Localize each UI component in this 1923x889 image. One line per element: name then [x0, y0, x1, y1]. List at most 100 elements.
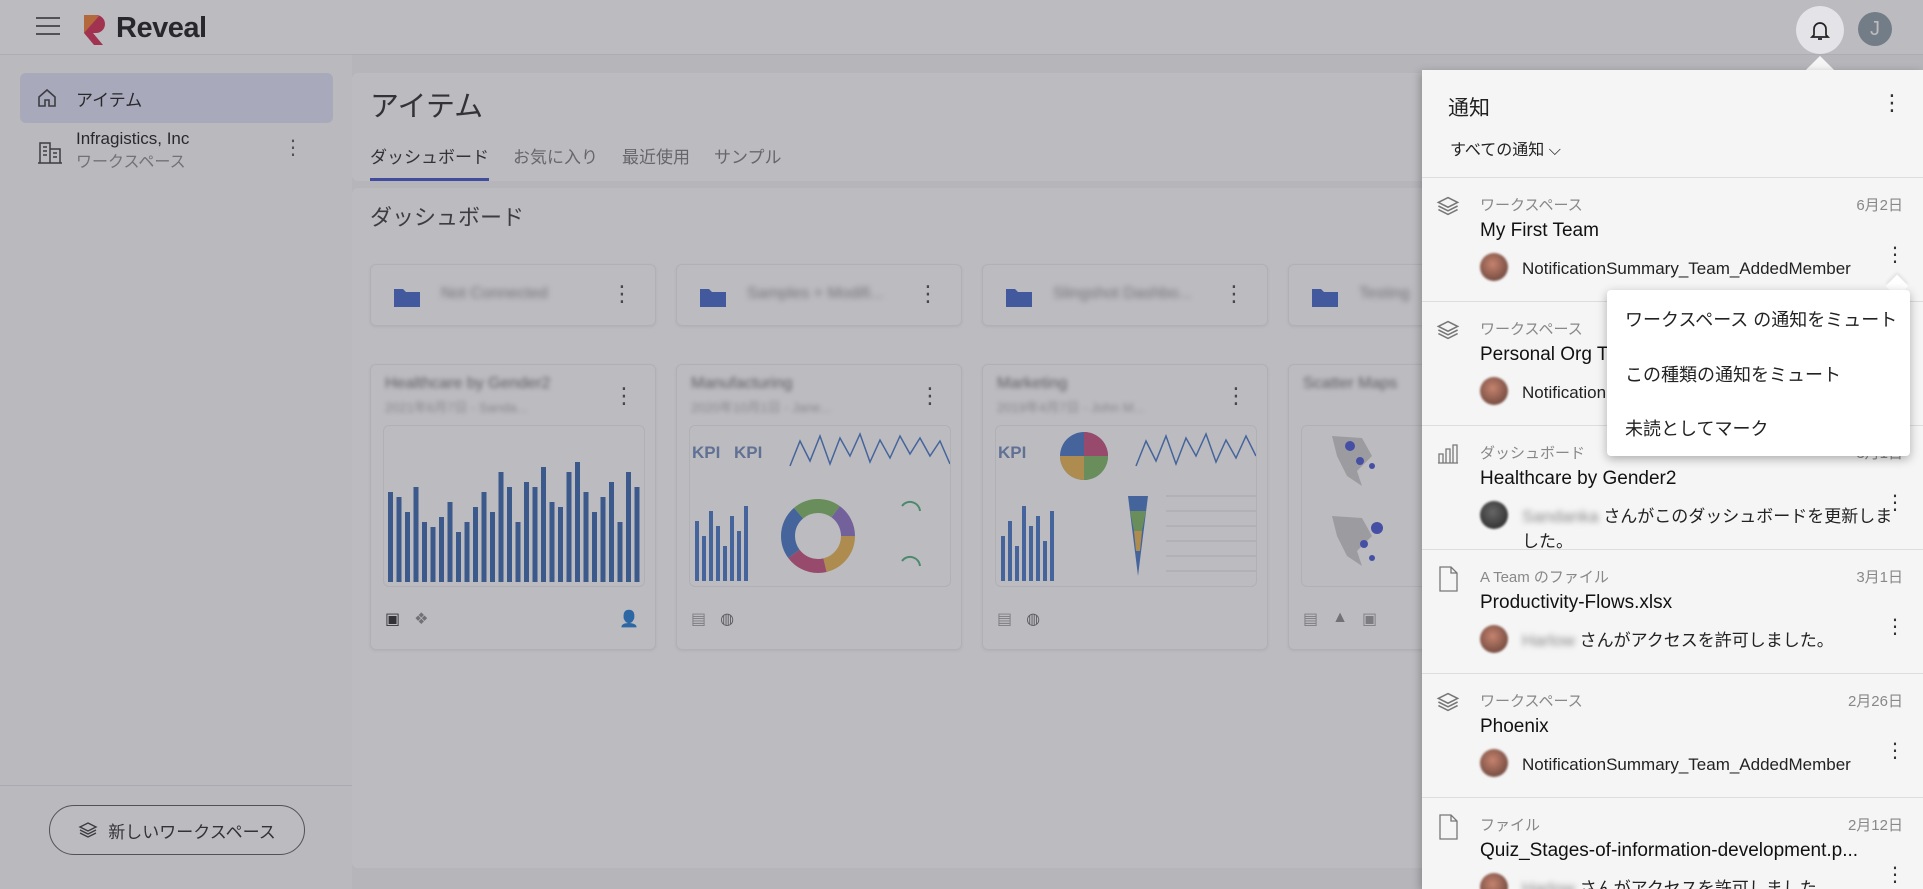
more-icon[interactable]: ⋮ — [283, 135, 303, 160]
more-icon[interactable]: ⋮ — [919, 383, 941, 409]
tab-samples[interactable]: サンプル — [714, 143, 782, 181]
file-icon — [1439, 814, 1458, 840]
bar-chart-thumbnail — [388, 462, 640, 582]
more-icon[interactable]: ⋮ — [613, 383, 635, 409]
card-footer: ▤ ▲ ▣ — [1303, 609, 1391, 629]
more-icon[interactable]: ⋮ — [917, 281, 939, 307]
thumbnail-bar — [396, 497, 402, 582]
thumbnail-bar — [430, 527, 436, 582]
sidebar-item-items[interactable]: アイテム — [20, 73, 333, 123]
more-icon[interactable]: ⋮ — [1223, 281, 1245, 307]
menu-icon[interactable] — [36, 17, 60, 37]
folder-name: Not Connected — [441, 285, 548, 302]
thumbnail-bar — [515, 522, 521, 582]
notification-filter-dropdown[interactable]: すべての通知 ⌵ — [1450, 136, 1561, 160]
thumbnail-bar — [617, 522, 623, 582]
notification-date: 2月26日 — [1847, 693, 1903, 710]
dashboard-thumbnail — [383, 425, 645, 587]
section-title: ダッシュボード — [370, 205, 525, 230]
excel-icon: ▤ — [691, 611, 707, 628]
shared-user-icon: 👤 — [619, 611, 639, 628]
tab-bar: ダッシュボード お気に入り 最近使用 サンプル — [370, 143, 806, 181]
thumbnail-bar — [566, 472, 572, 582]
more-icon[interactable]: ⋮ — [1885, 490, 1905, 515]
file-icon — [1439, 566, 1458, 592]
more-icon[interactable]: ⋮ — [1885, 738, 1905, 763]
user-name: Harlow — [1522, 631, 1575, 650]
globe-icon: ◍ — [720, 611, 735, 628]
notification-category: ワークスペース — [1480, 693, 1583, 710]
card-title: Healthcare by Gender2 — [385, 375, 551, 392]
thumbnail-bar — [473, 507, 478, 582]
notification-panel: 通知 ⋮ すべての通知 ⌵ ワークスペース 6月2日 My First Team… — [1422, 70, 1923, 889]
folder-icon — [1312, 289, 1338, 307]
more-icon[interactable]: ⋮ — [1225, 383, 1247, 409]
dashboard-card[interactable]: Marketing 2019年4月7日 - John M... ⋮ KPI ▤ … — [982, 364, 1268, 650]
sidebar-item-label: アイテム — [76, 90, 143, 110]
notification-item[interactable]: ファイル 2月12日 Quiz_Stages-of-information-de… — [1422, 798, 1923, 889]
dashboard-preview: KPI — [998, 432, 1256, 581]
folder-name: Samples + Modifi... — [747, 285, 884, 302]
notification-date: 2月12日 — [1847, 817, 1903, 834]
thumbnail-bar — [490, 512, 495, 582]
chevron-down-icon: ⌵ — [1548, 142, 1561, 159]
avatar — [1480, 377, 1508, 405]
layers-icon — [1436, 692, 1460, 712]
more-icon[interactable]: ⋮ — [1881, 90, 1903, 116]
more-icon[interactable]: ⋮ — [1885, 242, 1905, 267]
more-icon[interactable]: ⋮ — [1885, 862, 1905, 887]
dashboard-card[interactable]: Healthcare by Gender2 2021年6月7日 - Sanda.… — [370, 364, 656, 650]
notification-button-active[interactable] — [1796, 6, 1844, 54]
svg-text:KPI: KPI — [998, 443, 1026, 462]
user-avatar[interactable]: J — [1858, 12, 1892, 46]
folder-icon — [1006, 289, 1032, 307]
dashboard-thumbnail: KPI KPI — [689, 425, 951, 587]
layers-icon — [1436, 196, 1460, 216]
tab-favorites[interactable]: お気に入り — [513, 143, 598, 181]
thumbnail-bar — [626, 472, 631, 582]
bell-icon — [1809, 22, 1831, 40]
folder-card[interactable]: Samples + Modifi... ⋮ — [676, 264, 962, 326]
thumbnail-bar — [405, 512, 410, 582]
layers-icon — [1436, 320, 1460, 340]
notification-name: Productivity-Flows.xlsx — [1480, 592, 1673, 613]
message-text: さんがアクセスを許可しました。 — [1579, 631, 1834, 650]
thumbnail-bar — [583, 492, 589, 582]
notification-message: Sandanka さんがこのダッシュボードを更新しました。 — [1522, 504, 1902, 554]
folder-name: Testing — [1359, 285, 1410, 302]
top-bar: Reveal J — [0, 0, 1923, 55]
dashboard-thumbnail: KPI — [995, 425, 1257, 587]
notification-item[interactable]: A Team のファイル 3月1日 Productivity-Flows.xls… — [1422, 550, 1923, 674]
folder-card[interactable]: Not Connected ⋮ — [370, 264, 656, 326]
card-footer: ▤ ◍ — [691, 609, 748, 629]
svg-text:KPI: KPI — [734, 443, 762, 462]
thumbnail-bar — [600, 497, 606, 582]
menu-item-mute-workspace[interactable]: ワークスペース の通知をミュート — [1625, 306, 1897, 332]
new-workspace-button[interactable]: 新しいワークスペース — [49, 805, 305, 855]
folder-card[interactable]: Slingshot Dashbo... ⋮ — [982, 264, 1268, 326]
notification-item[interactable]: ワークスペース 6月2日 My First Team NotificationS… — [1422, 178, 1923, 302]
notification-message: Harlow さんがアクセスを許可しました。 — [1522, 628, 1902, 653]
notification-date: 6月2日 — [1856, 197, 1903, 214]
card-title: Scatter Maps — [1303, 375, 1398, 392]
dashboard-card[interactable]: Manufacturing 2020年10月1日 - Jane... ⋮ KPI… — [676, 364, 962, 650]
thumbnail-bar — [609, 482, 614, 582]
thumbnail-bar — [464, 522, 470, 582]
thumbnail-bar — [575, 462, 580, 582]
sidebar-item-workspace[interactable]: Infragistics, Inc ワークスペース ⋮ — [20, 123, 333, 179]
sidebar-item-sublabel: ワークスペース — [76, 154, 186, 171]
tab-dashboards[interactable]: ダッシュボード — [370, 143, 489, 181]
notification-name: Personal Org T — [1480, 344, 1609, 365]
menu-item-mark-unread[interactable]: 未読としてマーク — [1625, 415, 1768, 441]
avatar — [1480, 253, 1508, 281]
folder-name: Slingshot Dashbo... — [1053, 285, 1192, 302]
dropbox-icon: ❖ — [414, 611, 429, 628]
notification-item[interactable]: ワークスペース 2月26日 Phoenix NotificationSummar… — [1422, 674, 1923, 798]
data-source-icon: ▣ — [385, 611, 401, 628]
more-icon[interactable]: ⋮ — [1885, 614, 1905, 639]
notification-message: NotificationSummary_Team_AddedMember — [1522, 259, 1851, 278]
more-icon[interactable]: ⋮ — [611, 281, 633, 307]
notification-category: ワークスペース — [1480, 197, 1583, 214]
tab-recent[interactable]: 最近使用 — [622, 143, 690, 181]
menu-item-mute-type[interactable]: この種類の通知をミュート — [1625, 361, 1841, 387]
